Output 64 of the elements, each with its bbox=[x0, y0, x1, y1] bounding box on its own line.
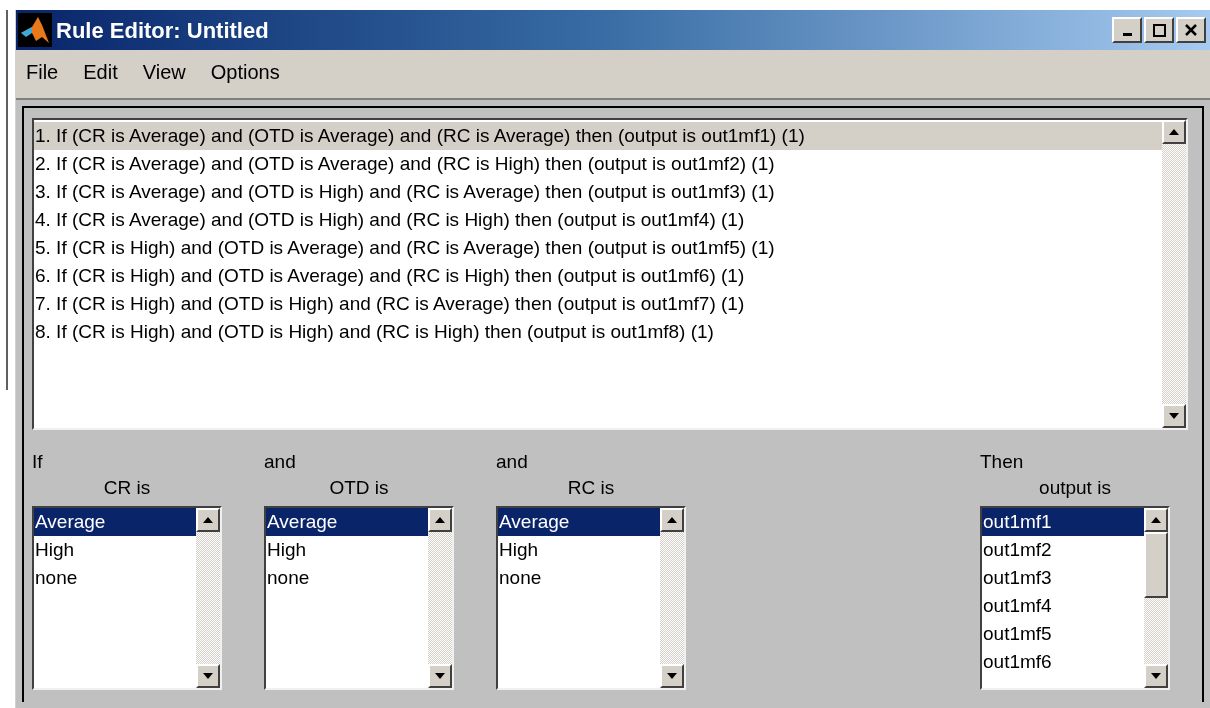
rule-item[interactable]: 5. If (CR is High) and (OTD is Average) and (RC is Average) then (output is out1mf5) (1) bbox=[34, 234, 1162, 262]
option-item[interactable]: out1mf4 bbox=[982, 592, 1144, 620]
connector-label: and bbox=[264, 450, 297, 474]
option-item[interactable]: out1mf6 bbox=[982, 648, 1144, 676]
scroll-up-button[interactable] bbox=[1144, 508, 1168, 532]
option-item[interactable]: Average bbox=[34, 508, 196, 536]
rule-item[interactable]: 8. If (CR is High) and (OTD is High) and (RC is High) then (output is out1mf8) (1) bbox=[34, 318, 1162, 346]
menu-item[interactable]: View bbox=[142, 57, 186, 87]
window-title: Rule Editor: Untitled bbox=[56, 16, 270, 45]
down-arrow-icon bbox=[1151, 673, 1161, 679]
scroll-down-button[interactable] bbox=[428, 664, 452, 688]
rule-item[interactable]: 3. If (CR is Average) and (OTD is High) and (RC is Average) then (output is out1mf3) (1) bbox=[34, 178, 1162, 206]
scroll-down-button[interactable] bbox=[1144, 664, 1168, 688]
scroll-down-button[interactable] bbox=[196, 664, 220, 688]
option-item[interactable]: out1mf1 bbox=[982, 508, 1144, 536]
connector-label: and bbox=[496, 450, 529, 474]
down-arrow-icon bbox=[1169, 413, 1179, 419]
scroll-up-button[interactable] bbox=[196, 508, 220, 532]
option-item[interactable]: Average bbox=[498, 508, 660, 536]
maximize-icon bbox=[1152, 23, 1166, 37]
option-item[interactable]: High bbox=[498, 536, 660, 564]
connector-label: If bbox=[32, 450, 44, 474]
scroll-thumb[interactable] bbox=[1144, 532, 1168, 598]
scroll-up-button[interactable] bbox=[1162, 120, 1186, 144]
option-item[interactable]: out1mf5 bbox=[982, 620, 1144, 648]
rule-item[interactable]: 1. If (CR is Average) and (OTD is Average) and (RC is Average) then (output is out1mf1) (1) bbox=[34, 122, 1162, 150]
rule-item[interactable]: 6. If (CR is High) and (OTD is Average) and (RC is High) then (output is out1mf6) (1) bbox=[34, 262, 1162, 290]
option-item[interactable]: Average bbox=[266, 508, 428, 536]
menu-item[interactable]: File bbox=[26, 57, 59, 87]
connector-label: Then bbox=[980, 450, 1025, 474]
option-item[interactable]: High bbox=[266, 536, 428, 564]
up-arrow-icon bbox=[203, 517, 213, 523]
up-arrow-icon bbox=[1169, 129, 1179, 135]
up-arrow-icon bbox=[1151, 517, 1161, 523]
menu-item[interactable]: Edit bbox=[83, 57, 118, 87]
scroll-up-button[interactable] bbox=[428, 508, 452, 532]
minimize-icon bbox=[1122, 33, 1132, 36]
rule-item[interactable]: 2. If (CR is Average) and (OTD is Average) and (RC is High) then (output is out1mf2) (1) bbox=[34, 150, 1162, 178]
variable-label: OTD is bbox=[328, 476, 390, 500]
scroll-down-button[interactable] bbox=[1162, 404, 1186, 428]
close-button[interactable] bbox=[1176, 17, 1206, 43]
option-item[interactable]: out1mf3 bbox=[982, 564, 1144, 592]
menu-item[interactable]: Options bbox=[210, 57, 280, 87]
up-arrow-icon bbox=[667, 517, 677, 523]
app-logo-icon bbox=[18, 13, 52, 47]
scroll-down-button[interactable] bbox=[660, 664, 684, 688]
minimize-button[interactable] bbox=[1112, 17, 1142, 43]
down-arrow-icon bbox=[435, 673, 445, 679]
option-item[interactable]: none bbox=[34, 564, 196, 592]
rule-item[interactable]: 7. If (CR is High) and (OTD is High) and (RC is Average) then (output is out1mf7) (1) bbox=[34, 290, 1162, 318]
variable-label: RC is bbox=[566, 476, 616, 500]
down-arrow-icon bbox=[203, 673, 213, 679]
option-item[interactable]: out1mf2 bbox=[982, 536, 1144, 564]
option-item[interactable]: none bbox=[498, 564, 660, 592]
variable-label: output is bbox=[1038, 476, 1112, 500]
down-arrow-icon bbox=[667, 673, 677, 679]
maximize-button[interactable] bbox=[1144, 17, 1174, 43]
option-item[interactable]: High bbox=[34, 536, 196, 564]
variable-label: CR is bbox=[102, 476, 152, 500]
scroll-up-button[interactable] bbox=[660, 508, 684, 532]
up-arrow-icon bbox=[435, 517, 445, 523]
close-icon bbox=[1185, 24, 1197, 36]
rule-item[interactable]: 4. If (CR is Average) and (OTD is High) and (RC is High) then (output is out1mf4) (1) bbox=[34, 206, 1162, 234]
option-item[interactable]: none bbox=[266, 564, 428, 592]
